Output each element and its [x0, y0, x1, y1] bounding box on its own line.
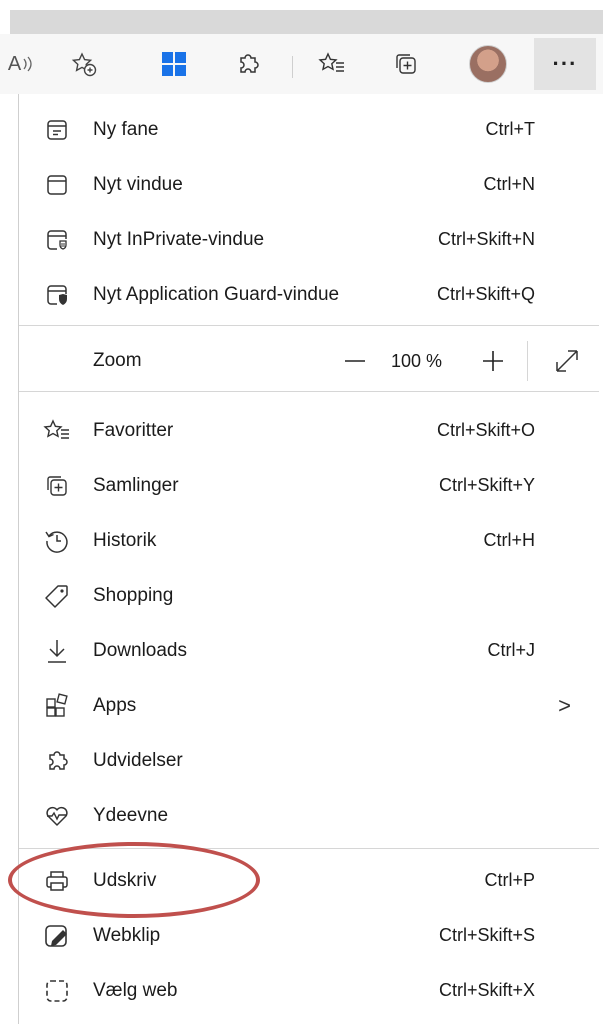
- zoom-in-button[interactable]: [475, 343, 511, 379]
- zoom-separator: [527, 341, 528, 381]
- menu-item-label: Historik: [93, 530, 157, 551]
- more-icon: ···: [552, 51, 578, 76]
- menu-item-shortcut: Ctrl+Skift+O: [436, 420, 535, 440]
- toolbar-separator: [292, 56, 293, 78]
- menu-item-downloads[interactable]: Downloads Ctrl+J: [19, 623, 599, 678]
- menu-item-label: Nyt Application Guard-vindue: [93, 284, 340, 305]
- menu-item-shortcut: Ctrl+J: [487, 640, 535, 660]
- menu-item-history[interactable]: Historik Ctrl+H: [19, 513, 599, 568]
- menu-item-web-capture[interactable]: Webklip Ctrl+Skift+S: [19, 908, 599, 963]
- menu-item-label: Webklip: [93, 925, 161, 946]
- web-select-icon: [43, 977, 71, 1005]
- menu-item-shortcut: Ctrl+T: [485, 119, 536, 139]
- menu-item-performance[interactable]: Ydeevne: [19, 788, 599, 843]
- menu-item-label: Favoritter: [93, 420, 174, 441]
- download-icon: [43, 637, 71, 665]
- zoom-row: Zoom 100 %: [19, 331, 599, 391]
- settings-and-more-button[interactable]: ···: [534, 38, 596, 90]
- read-aloud-icon[interactable]: A: [2, 44, 42, 84]
- menu-item-web-select[interactable]: Vælg web Ctrl+Skift+X: [19, 963, 599, 1018]
- menu-item-shortcut: Ctrl+P: [484, 870, 535, 890]
- zoom-value: 100 %: [391, 351, 443, 371]
- menu-item-new-tab[interactable]: Ny fane Ctrl+T: [19, 102, 599, 157]
- menu-item-extensions[interactable]: Udvidelser: [19, 733, 599, 788]
- menu-item-label: Samlinger: [93, 475, 179, 496]
- fullscreen-icon[interactable]: [549, 343, 585, 379]
- menu-item-shortcut: Ctrl+Skift+S: [438, 925, 535, 945]
- menu-item-label: Nyt InPrivate-vindue: [93, 229, 265, 250]
- window-top-strip: [0, 0, 603, 34]
- menu-item-label: Ydeevne: [93, 805, 169, 826]
- menu-item-new-application-guard-window[interactable]: Nyt Application Guard-vindue Ctrl+Skift+…: [19, 267, 599, 322]
- menu-item-label: Vælg web: [93, 980, 178, 1001]
- chevron-right-icon: >: [558, 693, 571, 718]
- menu-item-label: Shopping: [93, 585, 174, 606]
- tab-strip-background: [10, 10, 603, 34]
- browser-toolbar: A ···: [0, 34, 603, 94]
- settings-menu: Ny fane Ctrl+T Nyt vindue Ctrl+N Nyt InP…: [18, 94, 599, 1024]
- new-window-icon: [43, 171, 71, 199]
- menu-item-label: Downloads: [93, 640, 187, 661]
- add-favorite-icon[interactable]: [64, 44, 104, 84]
- menu-divider: [19, 391, 599, 392]
- print-icon: [43, 867, 71, 895]
- menu-item-favorites[interactable]: Favoritter Ctrl+Skift+O: [19, 403, 599, 458]
- favorites-icon: [43, 417, 71, 445]
- menu-item-shortcut: Ctrl+Skift+N: [437, 229, 535, 249]
- menu-item-shortcut: Ctrl+Skift+X: [438, 980, 535, 1000]
- menu-item-new-window[interactable]: Nyt vindue Ctrl+N: [19, 157, 599, 212]
- menu-item-shopping[interactable]: Shopping: [19, 568, 599, 623]
- new-tab-icon: [43, 116, 71, 144]
- menu-item-new-inprivate-window[interactable]: Nyt InPrivate-vindue Ctrl+Skift+N: [19, 212, 599, 267]
- windows-logo-icon[interactable]: [154, 44, 194, 84]
- avatar: [469, 45, 507, 83]
- shopping-tag-icon: [43, 582, 71, 610]
- performance-icon: [43, 802, 71, 830]
- favorites-toolbar-icon[interactable]: [312, 44, 352, 84]
- collections-toolbar-icon[interactable]: [386, 44, 426, 84]
- menu-divider: [19, 325, 599, 326]
- menu-item-label: Ny fane: [93, 119, 159, 140]
- menu-divider: [19, 848, 599, 849]
- menu-item-shortcut: Ctrl+H: [483, 530, 535, 550]
- inprivate-window-icon: [43, 226, 71, 254]
- menu-item-shortcut: Ctrl+Skift+Y: [438, 475, 535, 495]
- application-guard-icon: [43, 281, 71, 309]
- menu-item-shortcut: Ctrl+N: [483, 174, 535, 194]
- menu-item-print[interactable]: Udskriv Ctrl+P: [19, 853, 599, 908]
- menu-item-label: Nyt vindue: [93, 174, 183, 195]
- menu-item-apps[interactable]: Apps >: [19, 678, 599, 733]
- web-capture-icon: [43, 922, 71, 950]
- collections-icon: [43, 472, 71, 500]
- menu-item-collections[interactable]: Samlinger Ctrl+Skift+Y: [19, 458, 599, 513]
- apps-icon: [43, 692, 71, 720]
- menu-item-label: Udvidelser: [93, 750, 183, 771]
- read-aloud-label: A: [7, 52, 22, 75]
- zoom-label: Zoom: [93, 350, 142, 371]
- menu-item-shortcut: Ctrl+Skift+Q: [436, 284, 535, 304]
- menu-item-label: Udskriv: [93, 870, 157, 891]
- history-icon: [43, 527, 71, 555]
- menu-item-label: Apps: [93, 695, 137, 716]
- profile-avatar-button[interactable]: [468, 44, 508, 84]
- extensions-icon: [43, 747, 71, 775]
- extensions-toolbar-icon[interactable]: [228, 44, 268, 84]
- zoom-out-button[interactable]: [337, 343, 373, 379]
